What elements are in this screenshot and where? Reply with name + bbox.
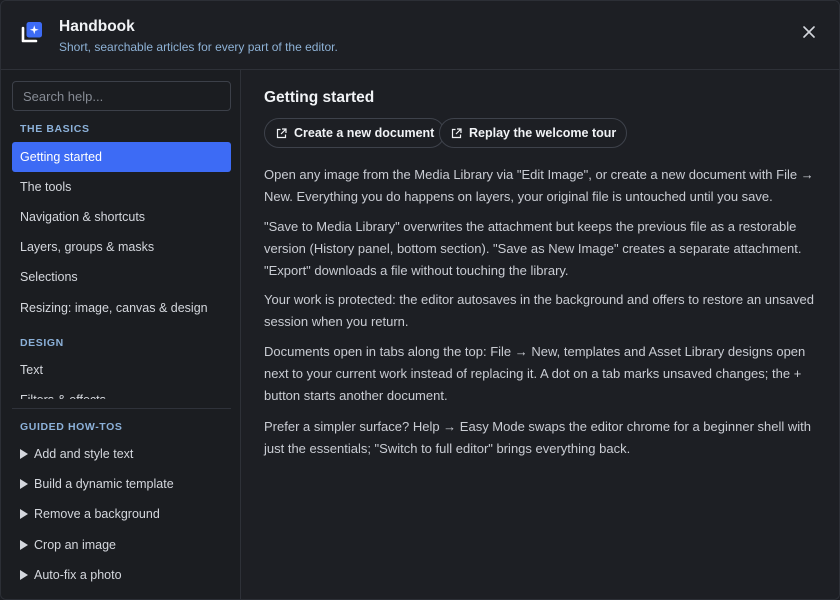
howto-label: Add and style text bbox=[34, 447, 134, 461]
article-panel: Getting started Create a new document Re… bbox=[242, 70, 839, 599]
action-label: Create a new document bbox=[294, 126, 435, 140]
nav-item-text[interactable]: Text bbox=[12, 355, 231, 385]
sparkle-frame-icon bbox=[21, 22, 42, 43]
handbook-dialog: Handbook Short, searchable articles for … bbox=[0, 0, 840, 600]
article-paragraph: Documents open in tabs along the top: Fi… bbox=[264, 344, 806, 403]
nav-item-the-tools[interactable]: The tools bbox=[12, 172, 231, 202]
dialog-title: Handbook bbox=[59, 18, 135, 35]
section-label-design: DESIGN bbox=[20, 337, 64, 349]
nav-item-filters-effects[interactable]: Filters & effects bbox=[12, 385, 231, 399]
play-triangle-icon bbox=[20, 509, 28, 519]
howto-item-dynamic-template[interactable]: Build a dynamic template bbox=[12, 470, 231, 498]
nav-list[interactable]: THE BASICS Getting started The tools Nav… bbox=[1, 117, 240, 399]
section-label-howtos: GUIDED HOW-TOS bbox=[20, 421, 123, 433]
nav-item-navigation-shortcuts[interactable]: Navigation & shortcuts bbox=[12, 202, 231, 232]
nav-item-selections[interactable]: Selections bbox=[12, 262, 231, 292]
article-paragraph: Your work is protected: the editor autos… bbox=[264, 292, 814, 329]
play-triangle-icon bbox=[20, 540, 28, 550]
external-link-icon bbox=[276, 127, 287, 138]
article-paragraph: "Save to Media Library" overwrites the a… bbox=[264, 219, 802, 278]
howto-item-remove-background[interactable]: Remove a background bbox=[12, 500, 231, 528]
dialog-subtitle: Short, searchable articles for every par… bbox=[59, 40, 338, 54]
howto-label: Build a dynamic template bbox=[34, 477, 174, 491]
search-input[interactable] bbox=[12, 81, 231, 111]
article-paragraph: Prefer a simpler surface? Help → Easy Mo… bbox=[264, 419, 811, 456]
play-triangle-icon bbox=[20, 479, 28, 489]
create-document-button[interactable]: Create a new document bbox=[264, 118, 446, 148]
howto-label: Auto-fix a photo bbox=[34, 568, 122, 582]
dialog-header: Handbook Short, searchable articles for … bbox=[1, 1, 839, 70]
action-label: Replay the welcome tour bbox=[469, 126, 617, 140]
article-paragraph: Open any image from the Media Library vi… bbox=[264, 167, 814, 204]
howto-label: Crop an image bbox=[34, 538, 116, 552]
sidebar-divider bbox=[12, 408, 231, 409]
howto-item-crop-image[interactable]: Crop an image bbox=[12, 531, 231, 559]
howto-item-auto-fix-photo[interactable]: Auto-fix a photo bbox=[12, 561, 231, 589]
close-icon bbox=[803, 26, 815, 38]
howto-label: Remove a background bbox=[34, 507, 160, 521]
nav-item-resizing[interactable]: Resizing: image, canvas & design bbox=[12, 293, 231, 323]
howto-item-add-style-text[interactable]: Add and style text bbox=[12, 440, 231, 468]
sidebar: THE BASICS Getting started The tools Nav… bbox=[1, 70, 241, 599]
play-triangle-icon bbox=[20, 449, 28, 459]
external-link-icon bbox=[451, 127, 462, 138]
section-label-basics: THE BASICS bbox=[20, 123, 90, 135]
close-button[interactable] bbox=[797, 20, 821, 44]
article-title: Getting started bbox=[264, 89, 375, 106]
nav-item-getting-started[interactable]: Getting started bbox=[12, 142, 231, 172]
play-triangle-icon bbox=[20, 570, 28, 580]
replay-tour-button[interactable]: Replay the welcome tour bbox=[439, 118, 628, 148]
nav-item-layers-groups-masks[interactable]: Layers, groups & masks bbox=[12, 232, 231, 262]
